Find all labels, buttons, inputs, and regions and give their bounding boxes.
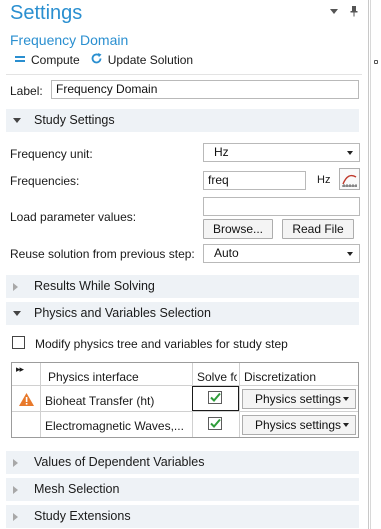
warning-icon (18, 392, 35, 410)
pane-splitter[interactable] (370, 0, 371, 529)
chevron-down-icon (343, 423, 349, 427)
col-header-physics-interface[interactable]: Physics interface (48, 370, 139, 384)
discretization-value: Physics settings (255, 392, 342, 406)
compute-button[interactable]: Compute (14, 53, 80, 67)
compute-label: Compute (31, 53, 80, 67)
section-physics-variables[interactable]: Physics and Variables Selection (6, 302, 359, 325)
section-mesh-selection-label: Mesh Selection (34, 482, 120, 496)
compute-icon (14, 53, 26, 67)
frequency-unit-label: Frequency unit: (10, 147, 93, 161)
collapse-arrow-icon (13, 311, 21, 316)
table-row-divider (12, 411, 358, 412)
section-dependent-variables[interactable]: Values of Dependent Variables (6, 451, 359, 474)
expand-arrow-icon (13, 459, 18, 467)
dropdown-menu-icon[interactable] (328, 5, 340, 17)
window-buttons (328, 5, 360, 17)
table-col-divider (40, 363, 41, 437)
row-header-expand-icon[interactable]: ▸▸ (16, 364, 24, 375)
physics-interface-cell: Electromagnetic Waves,... (45, 419, 184, 433)
load-parameter-input[interactable] (203, 197, 360, 216)
expand-arrow-icon (13, 513, 18, 521)
modify-physics-checkbox[interactable] (12, 336, 25, 349)
settings-panel: Settings Frequency Domain Compute Update… (0, 0, 369, 529)
chevron-down-icon (347, 151, 353, 155)
chevron-down-icon (347, 252, 353, 256)
table-row-divider (12, 385, 358, 386)
discretization-value: Physics settings (255, 418, 342, 432)
col-header-solve-for[interactable]: Solve fo (197, 370, 237, 384)
pane-marker (374, 60, 378, 64)
solve-for-checkbox[interactable] (208, 417, 222, 430)
update-solution-button[interactable]: Update Solution (90, 52, 193, 68)
table-col-divider (239, 363, 240, 437)
expand-arrow-icon (13, 283, 18, 291)
expand-arrow-icon (13, 486, 18, 494)
frequencies-input[interactable]: freq (203, 171, 306, 190)
divider (6, 74, 362, 75)
section-physics-variables-label: Physics and Variables Selection (34, 306, 211, 320)
label-input[interactable]: Frequency Domain (51, 80, 359, 99)
load-parameter-label: Load parameter values: (10, 210, 137, 224)
pin-icon[interactable] (348, 5, 360, 17)
toolbar: Compute Update Solution (14, 52, 193, 68)
section-mesh-selection[interactable]: Mesh Selection (6, 478, 359, 501)
section-study-settings-label: Study Settings (34, 113, 115, 127)
reuse-solution-select[interactable]: Auto (203, 244, 360, 263)
frequency-unit-select[interactable]: Hz (203, 143, 360, 162)
read-file-button[interactable]: Read File (282, 219, 354, 239)
collapse-arrow-icon (13, 118, 21, 123)
section-study-settings[interactable]: Study Settings (6, 109, 359, 132)
section-results-while-solving[interactable]: Results While Solving (6, 275, 359, 298)
section-study-extensions-label: Study Extensions (34, 509, 131, 523)
refresh-icon (90, 52, 103, 68)
browse-button[interactable]: Browse... (203, 219, 273, 239)
reuse-solution-label: Reuse solution from previous step: (10, 247, 195, 261)
discretization-select[interactable]: Physics settings (242, 389, 356, 409)
node-subtitle: Frequency Domain (10, 32, 129, 48)
range-icon (342, 174, 357, 187)
physics-interface-cell: Bioheat Transfer (ht) (45, 394, 155, 408)
discretization-select[interactable]: Physics settings (242, 415, 356, 435)
section-dependent-variables-label: Values of Dependent Variables (34, 455, 205, 469)
panel-title: Settings (10, 2, 83, 24)
update-solution-label: Update Solution (107, 53, 194, 67)
physics-table: ▸▸ Physics interface Solve fo Discretiza… (11, 362, 359, 438)
chevron-down-icon (343, 397, 349, 401)
solve-for-checkbox[interactable] (208, 391, 222, 404)
range-button[interactable] (339, 168, 360, 190)
frequency-unit-value: Hz (214, 145, 229, 159)
section-results-while-solving-label: Results While Solving (34, 279, 155, 293)
adjacent-pane-edge (370, 0, 381, 529)
col-header-discretization[interactable]: Discretization (244, 370, 316, 384)
reuse-solution-value: Auto (214, 246, 239, 260)
frequencies-unit: Hz (317, 174, 331, 186)
section-study-extensions[interactable]: Study Extensions (6, 505, 359, 528)
modify-physics-label: Modify physics tree and variables for st… (35, 337, 288, 351)
frequencies-label: Frequencies: (10, 174, 80, 188)
label-field-label: Label: (10, 84, 43, 98)
